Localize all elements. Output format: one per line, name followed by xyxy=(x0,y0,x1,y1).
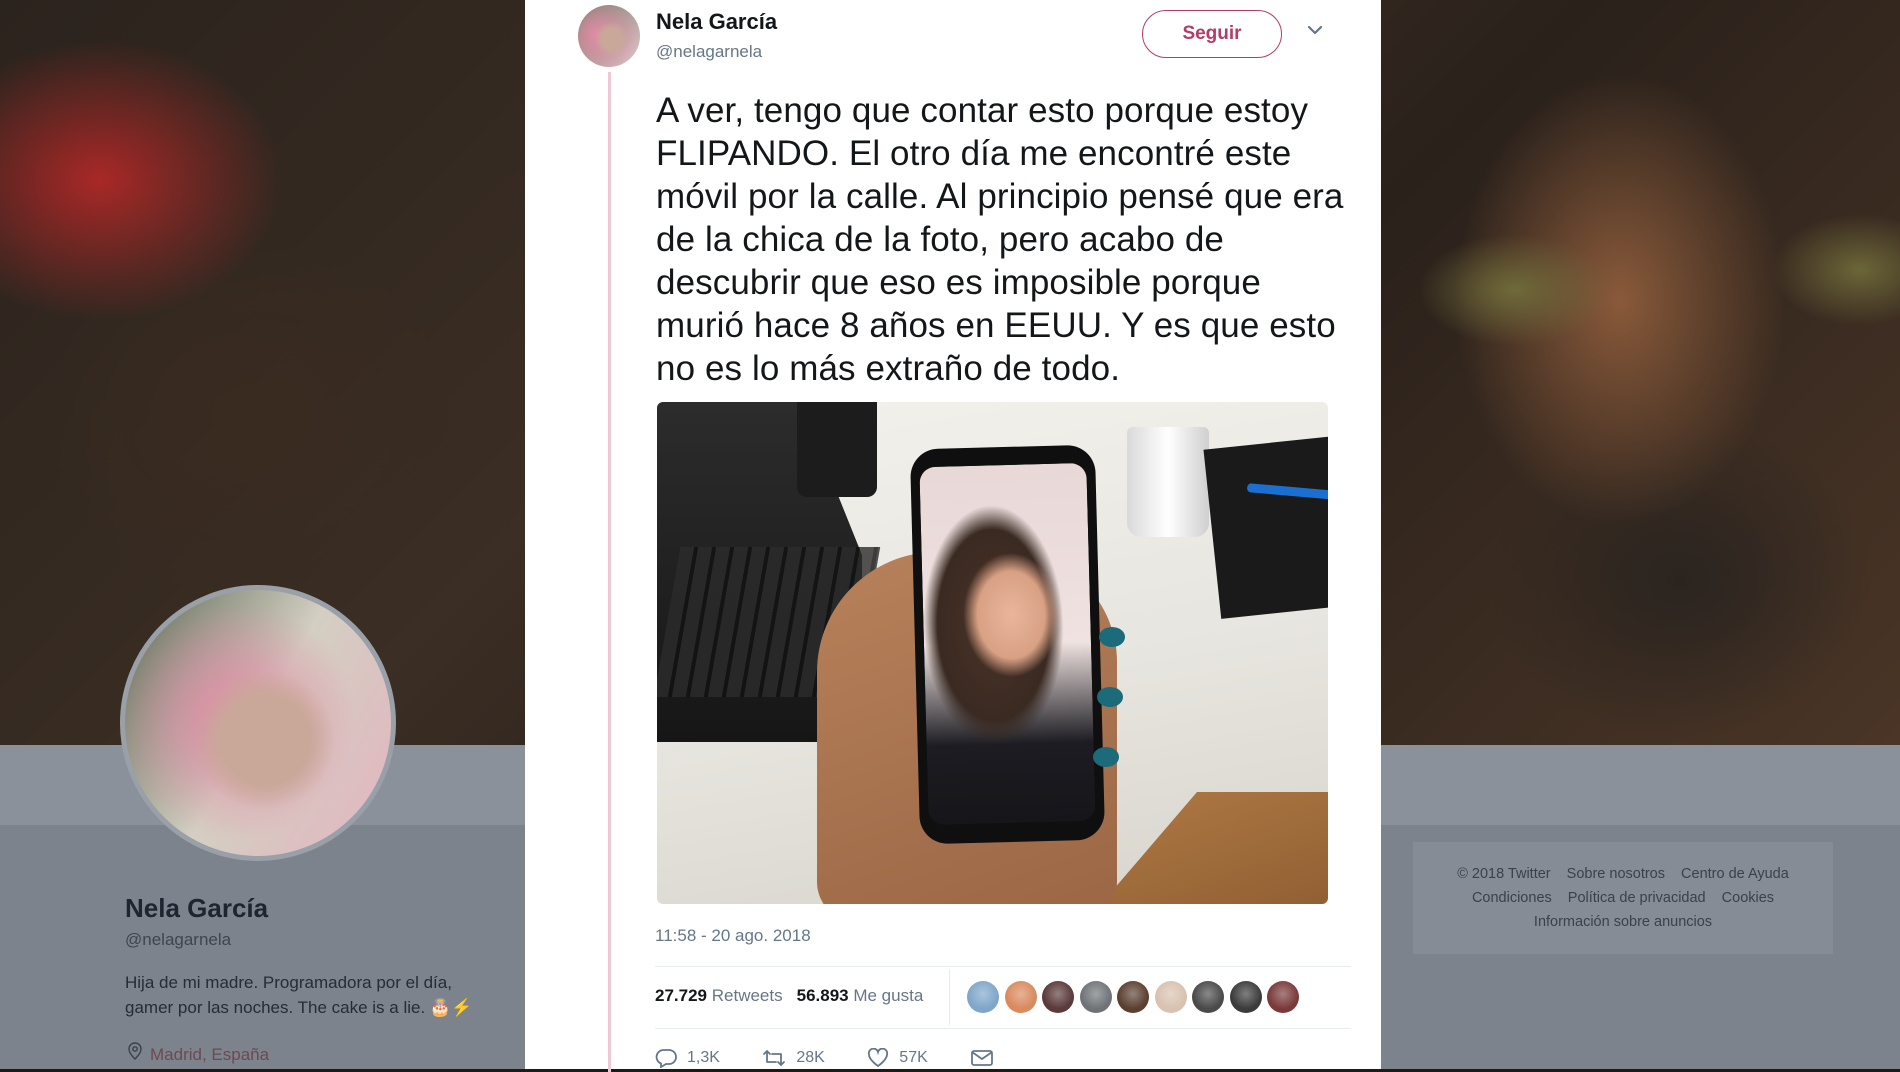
liker-avatar[interactable] xyxy=(1117,981,1149,1013)
liker-avatar[interactable] xyxy=(1267,981,1299,1013)
footer-link-terms[interactable]: Condiciones xyxy=(1472,890,1552,906)
retweets-count: 27.729 xyxy=(655,986,707,1005)
tweet-timestamp[interactable]: 11:58 - 20 ago. 2018 xyxy=(655,926,811,946)
photo-phone xyxy=(909,444,1106,845)
tweet-author-avatar[interactable] xyxy=(578,5,640,67)
profile-name[interactable]: Nela García xyxy=(125,893,268,924)
photo-fingernail xyxy=(1093,747,1119,767)
liker-avatar[interactable] xyxy=(1079,981,1112,1013)
chevron-down-icon[interactable] xyxy=(1305,20,1325,40)
thread-line xyxy=(608,72,611,1072)
photo-fingernail xyxy=(1099,627,1125,647)
footer-links: © 2018 Twitter Sobre nosotros Centro de … xyxy=(1413,842,1833,954)
liker-avatar[interactable] xyxy=(1154,981,1187,1013)
likes-stat[interactable]: 56.893 Me gusta xyxy=(797,986,924,1005)
tweet-text: A ver, tengo que contar esto porque esto… xyxy=(656,91,1344,388)
likes-count: 56.893 xyxy=(796,986,849,1005)
footer-copyright: © 2018 Twitter xyxy=(1457,866,1551,882)
profile-avatar[interactable] xyxy=(120,585,396,861)
divider xyxy=(655,1028,1351,1029)
tweet-actions: 1,3K 28K 57K xyxy=(655,1047,1042,1069)
liker-avatar[interactable] xyxy=(1042,981,1074,1013)
location-pin-icon xyxy=(128,1042,142,1065)
footer-link-help[interactable]: Centro de Ayuda xyxy=(1681,866,1789,882)
reply-count: 1,3K xyxy=(687,1049,720,1067)
likers-avatars xyxy=(967,981,1305,1015)
photo-phone-screen xyxy=(919,462,1096,826)
likes-label: Me gusta xyxy=(853,986,924,1005)
photo-speaker xyxy=(797,402,877,497)
retweet-count: 28K xyxy=(796,1049,825,1067)
liker-avatar[interactable] xyxy=(967,981,999,1013)
footer-link-ads-info[interactable]: Información sobre anuncios xyxy=(1534,914,1712,930)
profile-location: Madrid, España xyxy=(128,1042,269,1065)
retweet-icon xyxy=(763,1050,786,1066)
direct-message-action[interactable] xyxy=(970,1048,1004,1068)
profile-location-text[interactable]: Madrid, España xyxy=(150,1045,269,1064)
stats-divider xyxy=(949,969,950,1025)
reply-action[interactable]: 1,3K xyxy=(655,1048,720,1069)
retweet-action[interactable]: 28K xyxy=(762,1048,825,1068)
footer-link-privacy[interactable]: Política de privacidad xyxy=(1568,890,1706,906)
liker-avatar[interactable] xyxy=(1192,981,1224,1013)
footer-link-cookies[interactable]: Cookies xyxy=(1722,890,1774,906)
photo-fingernail xyxy=(1097,687,1123,707)
photo-notebook xyxy=(1203,435,1328,619)
liker-avatar[interactable] xyxy=(1229,981,1262,1013)
like-action[interactable]: 57K xyxy=(867,1047,928,1068)
reply-icon xyxy=(655,1049,677,1069)
tweet-stats: 27.729 Retweets 56.893 Me gusta xyxy=(655,986,923,1006)
mail-icon xyxy=(971,1050,994,1066)
retweets-stat[interactable]: 27.729 Retweets xyxy=(655,986,783,1005)
footer-link-about[interactable]: Sobre nosotros xyxy=(1567,866,1665,882)
photo-mug xyxy=(1127,427,1209,537)
divider xyxy=(655,966,1351,967)
liker-avatar[interactable] xyxy=(1004,981,1037,1013)
like-count: 57K xyxy=(899,1049,928,1067)
tweet-author-name[interactable]: Nela García xyxy=(656,9,777,35)
tweet-author-handle[interactable]: @nelagarnela xyxy=(656,42,762,62)
tweet-card: Nela García @nelagarnela Seguir A ver, t… xyxy=(525,0,1381,1072)
tweet-photo[interactable] xyxy=(657,402,1328,904)
follow-button[interactable]: Seguir xyxy=(1142,10,1282,58)
heart-icon xyxy=(868,1047,889,1068)
retweets-label: Retweets xyxy=(711,986,783,1005)
profile-bio: Hija de mi madre. Programadora por el dí… xyxy=(125,973,473,1017)
profile-handle[interactable]: @nelagarnela xyxy=(125,930,231,950)
